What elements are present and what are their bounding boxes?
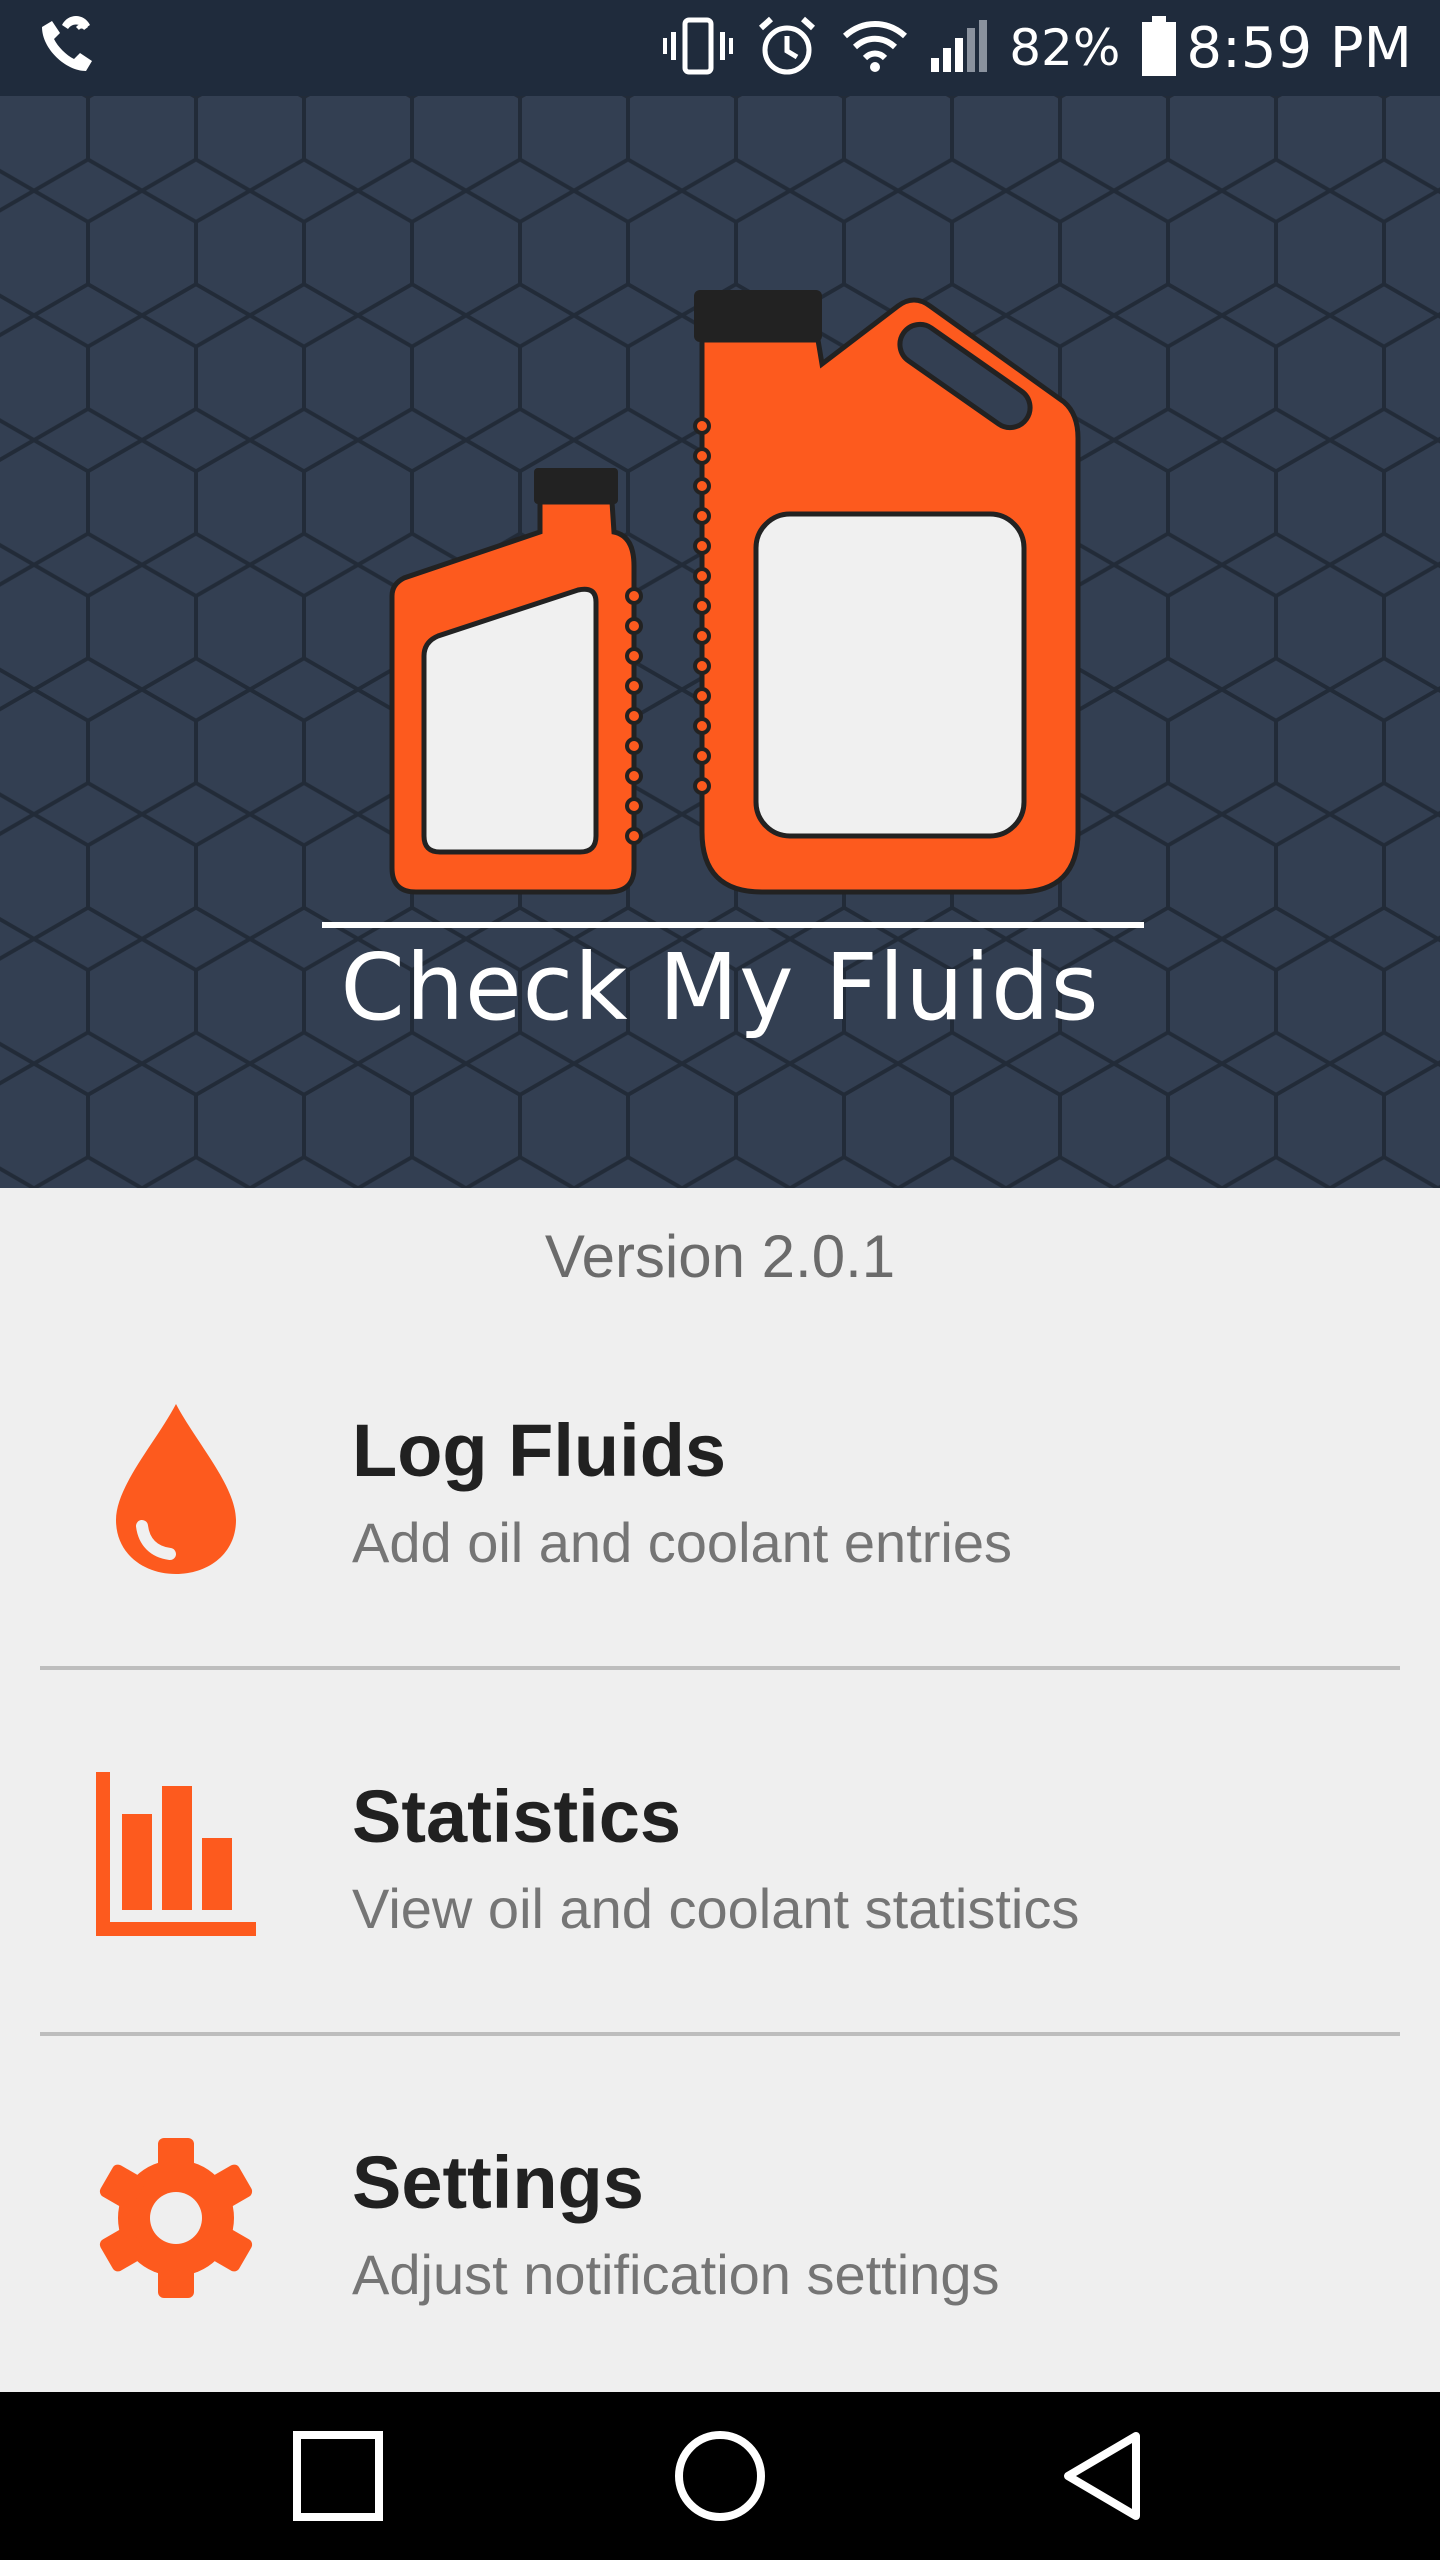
menu-item-settings[interactable]: Settings Adjust notification settings [0, 2034, 1440, 2400]
gear-icon [96, 2138, 256, 2303]
status-bar: 82% 8:59 PM [0, 0, 1440, 96]
jug-label [753, 511, 1027, 839]
signal-icon [931, 18, 988, 79]
app-title: Check My Fluids [340, 934, 1100, 1041]
menu-subtitle: View oil and coolant statistics [352, 1877, 1080, 1940]
menu-title: Statistics [352, 1775, 682, 1858]
menu-title: Log Fluids [352, 1409, 727, 1492]
home-button[interactable] [620, 2392, 820, 2560]
version-label: Version 2.0.1 [544, 1223, 896, 1290]
jug-cap [694, 290, 822, 342]
drop-icon [96, 1402, 256, 1583]
navigation-bar [0, 2392, 1440, 2560]
back-button[interactable] [1002, 2392, 1202, 2560]
square-icon [293, 2431, 383, 2521]
clock: 8:59 PM [1186, 15, 1412, 81]
menu-item-statistics[interactable]: Statistics View oil and coolant statisti… [0, 1668, 1440, 2034]
menu-item-log-fluids[interactable]: Log Fluids Add oil and coolant entries [0, 1302, 1440, 1668]
back-triangle-icon [1064, 2432, 1140, 2520]
wifi-icon [841, 18, 909, 79]
wifi-calling-icon [36, 13, 106, 84]
recents-button[interactable] [238, 2392, 438, 2560]
circle-icon [675, 2431, 765, 2521]
menu-subtitle: Add oil and coolant entries [352, 1511, 1012, 1574]
battery-icon [1142, 15, 1177, 81]
bar-chart-icon [96, 1772, 256, 1941]
title-underline [322, 922, 1144, 928]
alarm-icon [755, 14, 819, 83]
menu-title: Settings [352, 2141, 644, 2224]
battery-percent: 82% [1009, 19, 1121, 77]
app-header: Check My Fluids [0, 96, 1440, 1188]
menu-subtitle: Adjust notification settings [352, 2243, 1000, 2306]
vibrate-icon [663, 16, 734, 81]
small-bottle-cap [534, 468, 618, 504]
